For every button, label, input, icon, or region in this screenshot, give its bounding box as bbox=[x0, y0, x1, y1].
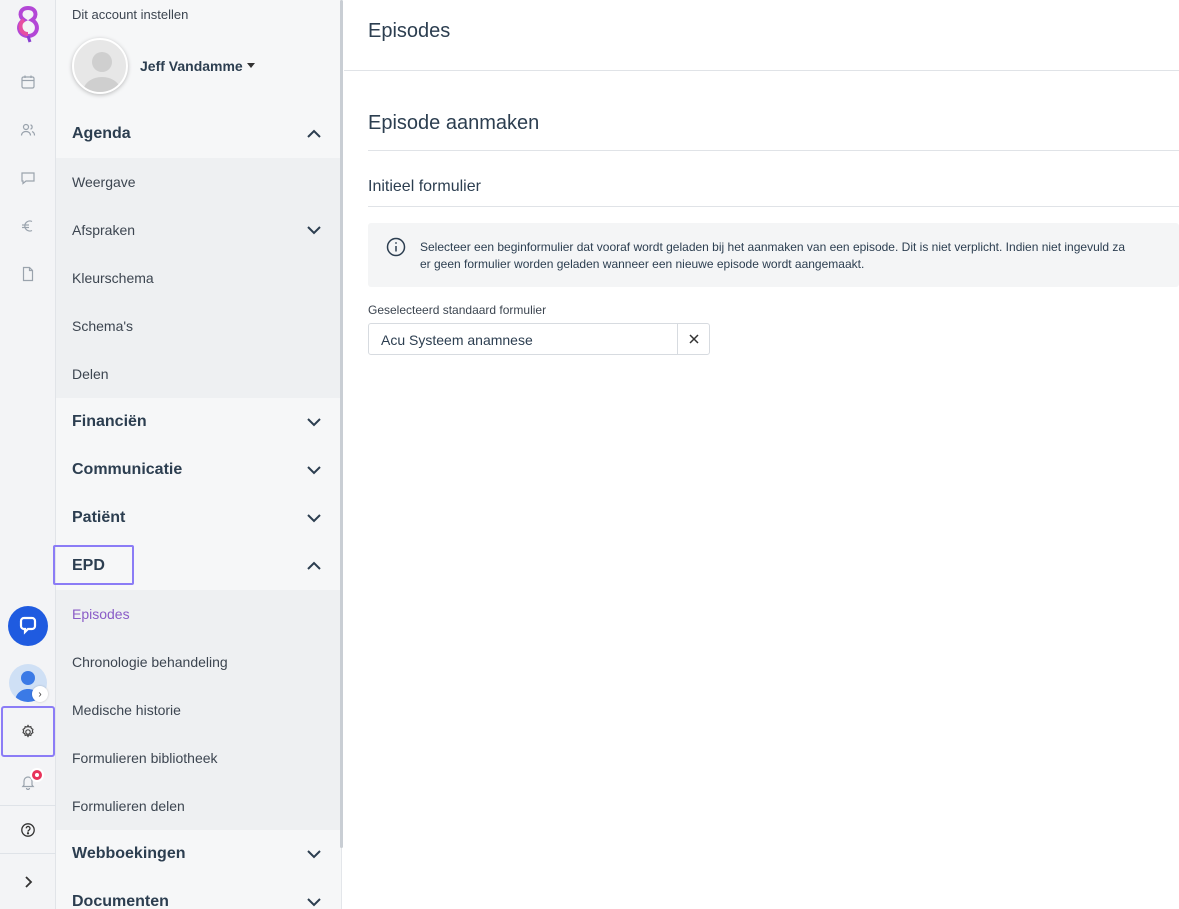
settings-menu: Dit account instellen Jeff Vandamme Agen… bbox=[53, 0, 342, 909]
section-label: Financiën bbox=[72, 413, 147, 430]
divider bbox=[344, 70, 1179, 71]
default-form-select[interactable]: Acu Systeem anamnese bbox=[368, 323, 710, 355]
menu-item-label: Schema's bbox=[72, 318, 134, 334]
section-title: Episode aanmaken bbox=[368, 112, 540, 134]
app-logo[interactable] bbox=[10, 4, 46, 46]
clear-button[interactable] bbox=[677, 324, 709, 354]
menu-item-formulieren-bibliotheek[interactable]: Formulieren bibliotheek bbox=[56, 734, 340, 782]
section-label: Webboekingen bbox=[72, 845, 186, 862]
rail-divider bbox=[0, 853, 56, 854]
euro-icon[interactable] bbox=[0, 206, 56, 246]
info-text: Selecteer een beginformulier dat vooraf … bbox=[420, 239, 1125, 273]
divider bbox=[368, 206, 1179, 207]
user-name-dropdown[interactable]: Jeff Vandamme bbox=[140, 58, 243, 74]
section-agenda[interactable]: Agenda bbox=[56, 110, 340, 158]
chat-icon[interactable] bbox=[0, 158, 56, 198]
menu-item-label: Afspraken bbox=[72, 222, 136, 238]
menu-item-schemas[interactable]: Schema's bbox=[56, 302, 340, 350]
section-label: Patiënt bbox=[72, 509, 126, 526]
caret-down-icon[interactable] bbox=[247, 63, 255, 68]
section-patient[interactable]: Patiënt bbox=[56, 494, 340, 542]
expand-sidebar-button[interactable] bbox=[0, 862, 56, 902]
menu-item-kleurschema[interactable]: Kleurschema bbox=[56, 254, 340, 302]
menu-item-formulieren-delen[interactable]: Formulieren delen bbox=[56, 782, 340, 830]
user-avatar[interactable] bbox=[72, 38, 128, 94]
rail-divider bbox=[0, 805, 56, 806]
menu-item-medische-historie[interactable]: Medische historie bbox=[56, 686, 340, 734]
menu-item-label: Formulieren bibliotheek bbox=[72, 750, 218, 766]
info-line: er geen formulier worden geladen wanneer… bbox=[420, 257, 865, 271]
info-line: Selecteer een beginformulier dat vooraf … bbox=[420, 240, 1126, 254]
chevron-down-icon bbox=[307, 850, 321, 859]
section-label: Documenten bbox=[72, 893, 169, 909]
settings-button[interactable] bbox=[1, 706, 55, 757]
field-value: Acu Systeem anamnese bbox=[381, 332, 533, 348]
section-communicatie[interactable]: Communicatie bbox=[56, 446, 340, 494]
section-documenten[interactable]: Documenten bbox=[56, 878, 340, 909]
icon-rail: › bbox=[0, 0, 56, 909]
users-icon[interactable] bbox=[0, 110, 56, 150]
menu-item-weergave[interactable]: Weergave bbox=[56, 158, 340, 206]
document-icon[interactable] bbox=[0, 254, 56, 294]
chevron-down-icon bbox=[307, 226, 321, 235]
gear-icon bbox=[22, 723, 34, 738]
menu-item-label: Weergave bbox=[72, 174, 136, 190]
chevron-down-icon bbox=[307, 418, 321, 427]
calendar-icon[interactable] bbox=[0, 62, 56, 102]
info-icon bbox=[386, 237, 406, 257]
menu-item-label: Formulieren delen bbox=[72, 798, 185, 814]
menu-item-afspraken[interactable]: Afspraken bbox=[56, 206, 340, 254]
account-label: Dit account instellen bbox=[72, 7, 189, 22]
section-label: Agenda bbox=[72, 125, 131, 142]
chevron-down-icon bbox=[307, 898, 321, 907]
chevron-right-icon[interactable]: › bbox=[32, 686, 48, 702]
chevron-up-icon bbox=[307, 561, 321, 570]
menu-item-chronologie-behandeling[interactable]: Chronologie behandeling bbox=[56, 638, 340, 686]
chevron-down-icon bbox=[307, 514, 321, 523]
menu-item-episodes[interactable]: Episodes bbox=[56, 590, 340, 638]
close-icon bbox=[688, 334, 699, 344]
subsection-title: Initieel formulier bbox=[368, 178, 481, 195]
chevron-up-icon bbox=[307, 129, 321, 138]
section-financien[interactable]: Financiën bbox=[56, 398, 340, 446]
support-chat-button[interactable] bbox=[8, 606, 48, 646]
help-icon bbox=[21, 823, 35, 837]
main-content: Episodes Episode aanmaken Initieel formu… bbox=[344, 0, 1179, 909]
page-title: Episodes bbox=[368, 20, 451, 42]
menu-item-label: Episodes bbox=[72, 606, 130, 622]
chevron-down-icon bbox=[307, 466, 321, 475]
info-banner: Selecteer een beginformulier dat vooraf … bbox=[368, 223, 1179, 287]
help-button[interactable] bbox=[0, 810, 56, 850]
notification-badge bbox=[30, 768, 44, 782]
menu-item-delen[interactable]: Delen bbox=[56, 350, 340, 398]
highlight-box bbox=[53, 545, 134, 585]
notifications-button[interactable] bbox=[0, 762, 56, 802]
field-label: Geselecteerd standaard formulier bbox=[368, 303, 547, 317]
menu-item-label: Chronologie behandeling bbox=[72, 654, 228, 670]
menu-item-label: Delen bbox=[72, 366, 109, 382]
section-label: Communicatie bbox=[72, 461, 183, 478]
menu-scrollbar[interactable] bbox=[340, 0, 343, 848]
divider bbox=[368, 150, 1179, 151]
menu-item-label: Medische historie bbox=[72, 702, 181, 718]
menu-item-label: Kleurschema bbox=[72, 270, 154, 286]
person-placeholder-icon bbox=[82, 52, 122, 92]
chat-bubble-icon bbox=[19, 616, 37, 635]
section-webboekingen[interactable]: Webboekingen bbox=[56, 830, 340, 878]
chevron-right-icon bbox=[25, 876, 33, 888]
